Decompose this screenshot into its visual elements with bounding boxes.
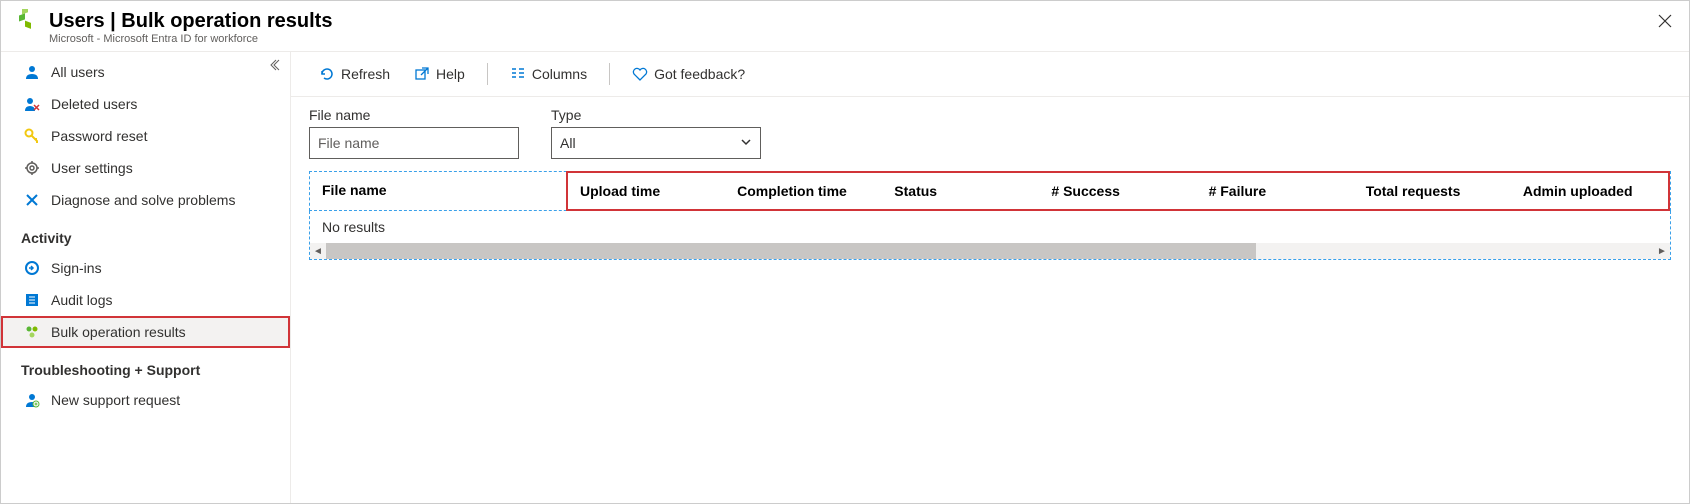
- no-results-message: No results: [310, 211, 1670, 243]
- scroll-left-icon[interactable]: ◄: [310, 246, 326, 257]
- sidebar-section-activity: Activity: [1, 216, 290, 252]
- sidebar-item-label: New support request: [51, 392, 180, 408]
- col-upload-time[interactable]: Upload time: [568, 173, 725, 209]
- key-icon: [23, 127, 41, 145]
- sidebar-item-label: Diagnose and solve problems: [51, 192, 235, 208]
- toolbar: Refresh Help Columns: [291, 52, 1689, 97]
- columns-button[interactable]: Columns: [500, 62, 597, 86]
- collapse-sidebar-icon[interactable]: [270, 58, 284, 75]
- filter-label-filename: File name: [309, 107, 519, 123]
- toolbar-label: Refresh: [341, 66, 390, 82]
- results-table: File name Upload time Completion time St…: [309, 171, 1671, 260]
- sidebar-item-password-reset[interactable]: Password reset: [1, 120, 290, 152]
- sidebar-item-new-support[interactable]: New support request: [1, 384, 290, 416]
- sidebar-item-label: Deleted users: [51, 96, 137, 112]
- page-header: Users | Bulk operation results Microsoft…: [1, 1, 1689, 51]
- close-button[interactable]: [1653, 9, 1677, 33]
- col-file-name[interactable]: File name: [310, 172, 566, 210]
- tools-icon: [23, 191, 41, 209]
- toolbar-label: Columns: [532, 66, 587, 82]
- list-icon: [23, 291, 41, 309]
- scroll-right-icon[interactable]: ►: [1654, 246, 1670, 257]
- filters-row: File name Type All: [291, 97, 1689, 171]
- sidebar-item-signins[interactable]: Sign-ins: [1, 252, 290, 284]
- sidebar-item-audit-logs[interactable]: Audit logs: [1, 284, 290, 316]
- col-success[interactable]: # Success: [1039, 173, 1196, 209]
- sidebar-item-label: All users: [51, 64, 105, 80]
- support-icon: [23, 391, 41, 409]
- columns-icon: [510, 66, 526, 82]
- gear-icon: [23, 159, 41, 177]
- horizontal-scrollbar[interactable]: ◄ ►: [310, 243, 1670, 259]
- sidebar-item-user-settings[interactable]: User settings: [1, 152, 290, 184]
- col-failure[interactable]: # Failure: [1197, 173, 1354, 209]
- sidebar-section-support: Troubleshooting + Support: [1, 348, 290, 384]
- sidebar-item-label: Audit logs: [51, 292, 112, 308]
- toolbar-separator: [609, 63, 610, 85]
- toolbar-separator: [487, 63, 488, 85]
- chevron-down-icon: [740, 135, 752, 151]
- col-status[interactable]: Status: [882, 173, 1039, 209]
- toolbar-label: Help: [436, 66, 465, 82]
- main-content: Refresh Help Columns: [291, 52, 1689, 503]
- sidebar-item-deleted-users[interactable]: Deleted users: [1, 88, 290, 120]
- type-select-value: All: [560, 135, 576, 151]
- table-header-row: File name Upload time Completion time St…: [309, 171, 1671, 211]
- col-completion-time[interactable]: Completion time: [725, 173, 882, 209]
- filename-input[interactable]: [309, 127, 519, 159]
- type-select[interactable]: All: [551, 127, 761, 159]
- signin-icon: [23, 259, 41, 277]
- external-link-icon: [414, 66, 430, 82]
- person-icon: [23, 63, 41, 81]
- toolbar-label: Got feedback?: [654, 66, 745, 82]
- bulk-icon: [23, 323, 41, 341]
- person-x-icon: [23, 95, 41, 113]
- page-title: Users | Bulk operation results: [49, 9, 332, 33]
- sidebar-item-all-users[interactable]: All users: [1, 56, 290, 88]
- col-total[interactable]: Total requests: [1354, 173, 1511, 209]
- highlighted-columns: Upload time Completion time Status # Suc…: [566, 171, 1670, 211]
- sidebar-item-diagnose[interactable]: Diagnose and solve problems: [1, 184, 290, 216]
- sidebar-item-label: Sign-ins: [51, 260, 102, 276]
- help-button[interactable]: Help: [404, 62, 475, 86]
- col-admin[interactable]: Admin uploaded: [1511, 173, 1668, 209]
- sidebar-item-label: User settings: [51, 160, 133, 176]
- sidebar: All users Deleted users Password reset U…: [1, 52, 291, 503]
- refresh-icon: [319, 66, 335, 82]
- filter-label-type: Type: [551, 107, 761, 123]
- feedback-button[interactable]: Got feedback?: [622, 62, 755, 86]
- page-subtitle: Microsoft - Microsoft Entra ID for workf…: [49, 33, 332, 45]
- sidebar-item-label: Password reset: [51, 128, 147, 144]
- scroll-thumb[interactable]: [326, 243, 1256, 259]
- refresh-button[interactable]: Refresh: [309, 62, 400, 86]
- app-icon: [15, 9, 39, 36]
- sidebar-item-bulk-results[interactable]: Bulk operation results: [1, 316, 290, 348]
- sidebar-item-label: Bulk operation results: [51, 324, 186, 340]
- heart-icon: [632, 66, 648, 82]
